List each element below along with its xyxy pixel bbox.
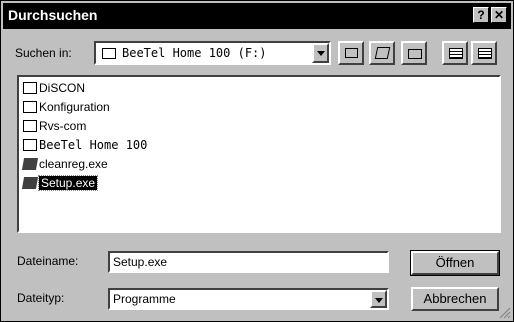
up-one-level-button[interactable] [338, 41, 364, 65]
folder-icon [23, 82, 37, 94]
help-button[interactable]: ? [473, 7, 489, 23]
title-bar[interactable]: Durchsuchen ? ✕ [3, 3, 511, 29]
cancel-button[interactable]: Abbrechen [411, 287, 499, 311]
up-folder-icon [345, 48, 358, 58]
open-button[interactable]: Öffnen [410, 250, 500, 276]
resize-grip-icon[interactable] [497, 305, 511, 319]
new-folder-icon [408, 49, 422, 59]
folder-icon [102, 48, 116, 59]
file-item-cleanreg[interactable]: cleanreg.exe [21, 155, 108, 173]
list-view-icon [449, 48, 463, 59]
lookin-combo[interactable]: BeeTel Home 100 (F:) [94, 41, 331, 65]
details-view-icon [478, 48, 492, 59]
file-item-setup[interactable]: Setup.exe [21, 174, 99, 192]
file-item-rvs-com[interactable]: Rvs-com [23, 117, 86, 135]
desktop-icon [374, 47, 391, 59]
chevron-down-icon[interactable] [312, 43, 329, 63]
chevron-down-icon[interactable] [370, 290, 387, 308]
file-name: DiSCON [39, 81, 86, 95]
file-name: cleanreg.exe [39, 157, 108, 171]
browse-dialog: Durchsuchen ? ✕ Suchen in: BeeTel Home 1… [0, 0, 514, 322]
new-folder-button[interactable] [401, 41, 427, 65]
window-title: Durchsuchen [8, 7, 98, 23]
file-list[interactable]: DiSCON Konfiguration Rvs-com BeeTel Home… [17, 75, 501, 233]
folder-icon [23, 120, 37, 132]
file-name: Rvs-com [39, 119, 87, 133]
lookin-label: Suchen in: [15, 46, 72, 60]
folder-icon [23, 139, 37, 151]
file-item-beetel-home[interactable]: BeeTel Home 100 [23, 136, 147, 154]
exe-icon [21, 177, 39, 189]
filename-label: Dateiname: [17, 254, 79, 268]
close-button[interactable]: ✕ [491, 7, 507, 23]
lookin-value: BeeTel Home 100 (F:) [122, 46, 267, 60]
filename-value: Setup.exe [113, 255, 168, 269]
exe-icon [21, 158, 39, 170]
details-view-button[interactable] [471, 41, 497, 65]
filetype-label: Dateityp: [17, 291, 65, 305]
file-name: Konfiguration [39, 100, 110, 114]
file-name: BeeTel Home 100 [39, 138, 148, 152]
filetype-combo[interactable]: Programme [108, 288, 389, 310]
filename-input[interactable]: Setup.exe [108, 251, 389, 273]
folder-icon [23, 101, 37, 113]
filetype-value: Programme [113, 292, 176, 306]
file-name-selected: Setup.exe [37, 175, 99, 191]
list-view-button[interactable] [442, 41, 468, 65]
desktop-button[interactable] [369, 41, 395, 65]
file-item-konfiguration[interactable]: Konfiguration [23, 98, 110, 116]
file-item-discon[interactable]: DiSCON [23, 79, 85, 97]
